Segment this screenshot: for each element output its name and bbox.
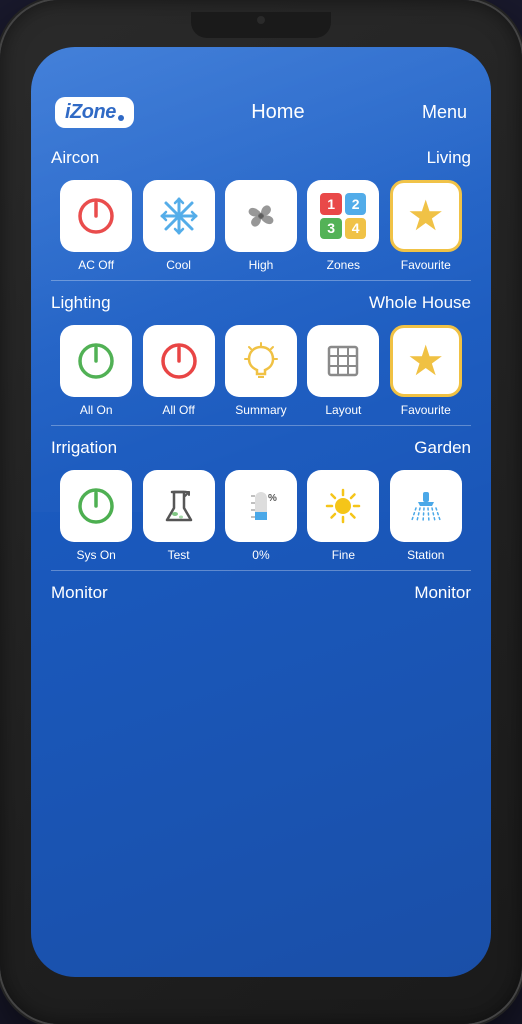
layout-button[interactable] xyxy=(307,325,379,397)
irrigation-label: Irrigation xyxy=(51,438,117,458)
all-on-button[interactable] xyxy=(60,325,132,397)
lighting-favourite-label: Favourite xyxy=(401,403,451,417)
high-label: High xyxy=(249,258,274,272)
whole-house-label: Whole House xyxy=(369,293,471,313)
station-item: Station xyxy=(386,470,466,562)
fan-icon xyxy=(240,195,282,237)
sun-icon xyxy=(323,486,363,526)
cool-button[interactable] xyxy=(143,180,215,252)
divider-2 xyxy=(51,425,471,426)
zone-2: 2 xyxy=(345,193,367,215)
garden-label: Garden xyxy=(414,438,471,458)
irrigation-icon-row: Sys On Test xyxy=(51,470,471,562)
power-red-icon-2 xyxy=(159,341,199,381)
lighting-label: Lighting xyxy=(51,293,111,313)
test-item: Test xyxy=(139,470,219,562)
sys-on-label: Sys On xyxy=(77,548,116,562)
fine-label: Fine xyxy=(332,548,355,562)
zero-percent-button[interactable]: % xyxy=(225,470,297,542)
logo-text: iZone xyxy=(65,101,116,124)
logo-dot xyxy=(118,115,124,121)
menu-button[interactable]: Menu xyxy=(422,102,467,123)
station-button[interactable] xyxy=(390,470,462,542)
monitor-left-label: Monitor xyxy=(51,583,108,603)
layout-item: Layout xyxy=(303,325,383,417)
layout-label: Layout xyxy=(325,403,361,417)
power-green-icon-2 xyxy=(76,486,116,526)
zones-button[interactable]: 1 2 3 4 xyxy=(307,180,379,252)
test-button[interactable] xyxy=(143,470,215,542)
high-button[interactable] xyxy=(225,180,297,252)
lighting-section-header: Lighting Whole House xyxy=(51,293,471,313)
living-label: Living xyxy=(427,148,471,168)
grid-icon xyxy=(323,341,363,381)
all-off-item: All Off xyxy=(139,325,219,417)
irrigation-section-header: Irrigation Garden xyxy=(51,438,471,458)
lighting-icon-row: All On All Off xyxy=(51,325,471,417)
power-red-icon xyxy=(76,196,116,236)
summary-button[interactable] xyxy=(225,325,297,397)
zone-3: 3 xyxy=(320,218,342,240)
lighting-favourite-button[interactable]: ★ xyxy=(390,325,462,397)
aircon-favourite-item: ★ Favourite xyxy=(386,180,466,272)
test-label: Test xyxy=(168,548,190,562)
zones-item: 1 2 3 4 Zones xyxy=(303,180,383,272)
star-icon: ★ xyxy=(407,195,445,237)
divider-1 xyxy=(51,280,471,281)
ac-off-label: AC Off xyxy=(78,258,114,272)
screen: iZone Home Menu Aircon Living xyxy=(31,47,491,977)
summary-item: Summary xyxy=(221,325,301,417)
cool-item: Cool xyxy=(139,180,219,272)
bulb-icon xyxy=(241,341,281,381)
moisture-icon: % xyxy=(241,486,281,526)
station-label: Station xyxy=(407,548,444,562)
high-item: High xyxy=(221,180,301,272)
zero-percent-label: 0% xyxy=(252,548,269,562)
aircon-section-header: Aircon Living xyxy=(51,148,471,168)
all-on-item: All On xyxy=(56,325,136,417)
aircon-section: Aircon Living AC Off xyxy=(31,140,491,276)
aircon-label: Aircon xyxy=(51,148,99,168)
svg-text:%: % xyxy=(268,493,277,504)
irrigation-section: Irrigation Garden Sys On xyxy=(31,430,491,566)
star-icon-2: ★ xyxy=(407,340,445,382)
power-green-icon xyxy=(76,341,116,381)
page-title: Home xyxy=(251,101,304,124)
divider-3 xyxy=(51,570,471,571)
lighting-favourite-item: ★ Favourite xyxy=(386,325,466,417)
sys-on-button[interactable] xyxy=(60,470,132,542)
summary-label: Summary xyxy=(235,403,286,417)
lighting-section: Lighting Whole House All On xyxy=(31,285,491,421)
sys-on-item: Sys On xyxy=(56,470,136,562)
all-on-label: All On xyxy=(80,403,113,417)
zero-percent-item: % 0% xyxy=(221,470,301,562)
monitor-section: Monitor Monitor xyxy=(31,575,491,607)
ac-off-item: AC Off xyxy=(56,180,136,272)
app-header: iZone Home Menu xyxy=(31,47,491,140)
aircon-favourite-button[interactable]: ★ xyxy=(390,180,462,252)
cool-label: Cool xyxy=(166,258,191,272)
aircon-favourite-label: Favourite xyxy=(401,258,451,272)
zone-4: 4 xyxy=(345,218,367,240)
ac-off-button[interactable] xyxy=(60,180,132,252)
monitor-right-label: Monitor xyxy=(414,583,471,603)
phone-frame: iZone Home Menu Aircon Living xyxy=(0,0,522,1024)
aircon-icon-row: AC Off xyxy=(51,180,471,272)
snowflake-icon xyxy=(158,195,200,237)
zones-label: Zones xyxy=(327,258,360,272)
fine-item: Fine xyxy=(303,470,383,562)
all-off-button[interactable] xyxy=(143,325,215,397)
station-icon xyxy=(406,486,446,526)
logo[interactable]: iZone xyxy=(55,97,134,128)
fine-button[interactable] xyxy=(307,470,379,542)
flask-icon xyxy=(159,486,199,526)
zone-1: 1 xyxy=(320,193,342,215)
all-off-label: All Off xyxy=(162,403,194,417)
zones-grid: 1 2 3 4 xyxy=(320,193,366,239)
